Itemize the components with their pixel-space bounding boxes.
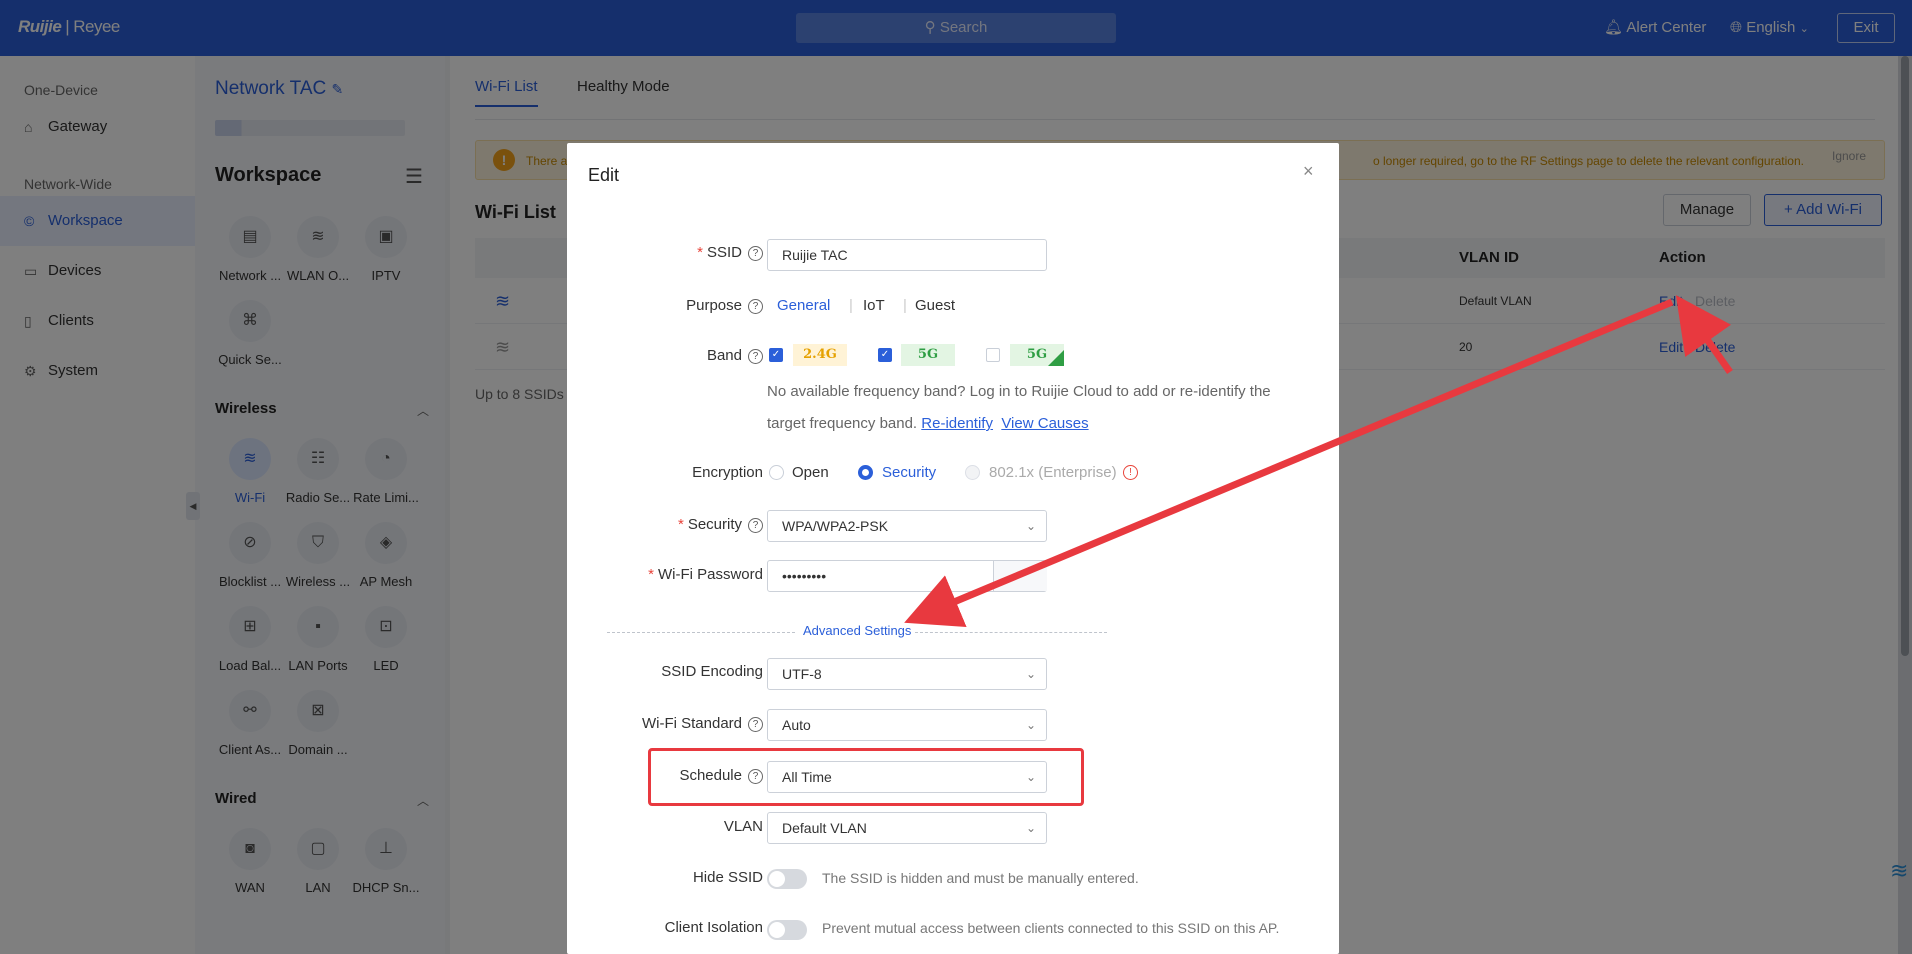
ssid-encoding-label: SSID Encoding (661, 663, 763, 680)
band-label: Band? (707, 347, 763, 364)
vlan-value: Default VLAN (782, 820, 867, 836)
divider-line-right (915, 632, 1107, 633)
encryption-enterprise-radio (965, 465, 980, 480)
hide-ssid-label: Hide SSID (692, 869, 763, 886)
band-corner-icon (1048, 350, 1064, 366)
client-isolation-toggle[interactable] (767, 920, 807, 940)
password-label: * Wi-Fi Password (648, 566, 763, 583)
hide-ssid-toggle[interactable] (767, 869, 807, 889)
help-icon[interactable]: ? (748, 717, 763, 732)
divider-line-left (607, 632, 795, 633)
vlan-label: VLAN (723, 818, 763, 835)
help-icon[interactable]: ? (748, 299, 763, 314)
help-icon[interactable]: ? (748, 518, 763, 533)
wifi-standard-select[interactable]: Auto ⌄ (767, 709, 1047, 741)
reidentify-link[interactable]: Re-identify (921, 415, 993, 432)
band-note-line2: target frequency band. Re-identify View … (767, 415, 1089, 432)
band-5b-chip-label: 5G (1026, 347, 1048, 362)
purpose-iot[interactable]: IoT (863, 297, 885, 314)
ssid-encoding-value: UTF-8 (782, 666, 822, 682)
band-5b-checkbox[interactable] (986, 348, 1000, 362)
vlan-select[interactable]: Default VLAN ⌄ (767, 812, 1047, 844)
purpose-general[interactable]: General (777, 297, 830, 314)
purpose-divider: | (903, 297, 907, 314)
password-toggle[interactable] (993, 561, 1047, 591)
close-icon[interactable]: × (1303, 161, 1314, 182)
encryption-security-radio[interactable] (858, 465, 873, 480)
band-note-line1: No available frequency band? Log in to R… (767, 383, 1271, 400)
band-5-checkbox[interactable]: ✓ (878, 348, 892, 362)
advanced-settings-divider: Advanced Settings (607, 623, 1107, 643)
chevron-down-icon: ⌄ (1025, 821, 1036, 835)
band-24-chip: 2.4G (793, 344, 847, 366)
encryption-open-label[interactable]: Open (792, 464, 829, 481)
edit-wifi-modal: Edit × * SSID? Ruijie TAC Purpose? Genera… (567, 143, 1339, 954)
band-5b-chip: 5G (1010, 344, 1064, 366)
ssid-encoding-select[interactable]: UTF-8 ⌄ (767, 658, 1047, 690)
help-icon[interactable]: ? (748, 349, 763, 364)
purpose-label: Purpose? (686, 297, 763, 314)
hide-ssid-hint: The SSID is hidden and must be manually … (822, 870, 1139, 886)
encryption-label: Encryption (692, 464, 763, 481)
help-icon[interactable]: ? (748, 246, 763, 261)
schedule-highlight-box (648, 748, 1084, 806)
view-causes-link[interactable]: View Causes (1001, 415, 1088, 432)
chevron-down-icon: ⌄ (1025, 718, 1036, 732)
security-select-value: WPA/WPA2-PSK (782, 518, 889, 534)
encryption-open-radio[interactable] (769, 465, 784, 480)
security-label: * Security? (678, 516, 763, 533)
client-isolation-hint: Prevent mutual access between clients co… (822, 920, 1280, 936)
encryption-security-label[interactable]: Security (882, 464, 936, 481)
band-24-checkbox[interactable]: ✓ (769, 348, 783, 362)
modal-title: Edit (588, 165, 620, 185)
advanced-settings-link[interactable]: Advanced Settings (803, 623, 911, 638)
password-value: ••••••••• (782, 568, 827, 584)
encryption-enterprise-label: 802.1x (Enterprise) (989, 464, 1117, 481)
client-isolation-label: Client Isolation (664, 919, 763, 936)
chevron-down-icon: ⌄ (1025, 519, 1036, 533)
purpose-guest[interactable]: Guest (915, 297, 955, 314)
band-5-chip: 5G (901, 344, 955, 366)
wifi-standard-label: Wi-Fi Standard? (642, 715, 763, 732)
security-select[interactable]: WPA/WPA2-PSK ⌄ (767, 510, 1047, 542)
warning-info-icon[interactable]: ! (1123, 465, 1138, 480)
ssid-input[interactable]: Ruijie TAC (767, 239, 1047, 271)
wifi-standard-value: Auto (782, 717, 811, 733)
purpose-divider: | (849, 297, 853, 314)
password-input[interactable]: ••••••••• (767, 560, 1047, 592)
ssid-label: * SSID? (697, 244, 763, 261)
chevron-down-icon: ⌄ (1025, 667, 1036, 681)
